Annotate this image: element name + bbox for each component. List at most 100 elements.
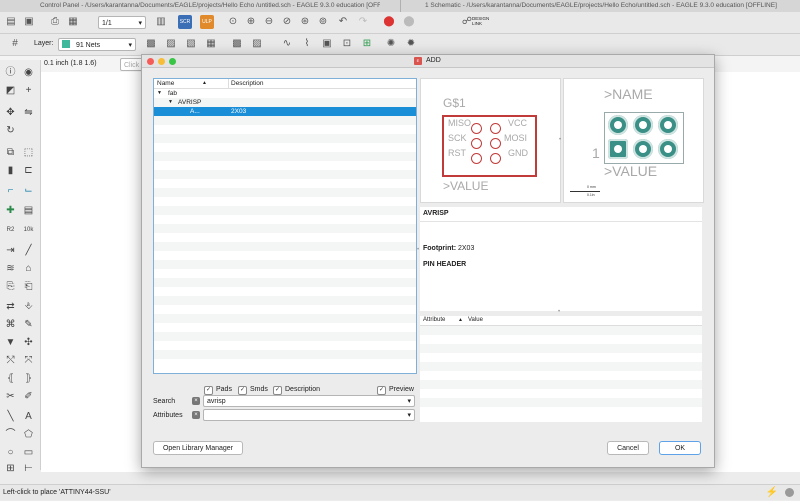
zoom-out-icon[interactable]: ⊖ [262,15,276,29]
bend-style-6-icon[interactable]: ▨ [250,37,264,51]
invoke-icon[interactable]: ⤧ [22,354,35,367]
bend-style-2-icon[interactable]: ▨ [164,37,178,51]
wire-curve-icon[interactable]: ∿ [280,37,294,51]
paint-icon[interactable]: ▼ [4,336,17,349]
draw-line-icon[interactable]: ╲ [4,410,17,423]
design-link-label[interactable]: DESIGN LINK [472,16,490,26]
expand-icon[interactable]: ▼ [157,89,162,98]
attribute-icon[interactable]: ⌂ [22,262,35,275]
move-icon[interactable]: ✥ [4,106,17,119]
paste-icon[interactable]: ⎗ [22,280,35,293]
arc-icon[interactable]: ⌒ [4,428,17,441]
erc-icon[interactable]: ✣ [22,336,35,349]
ulp-icon[interactable]: ULP [200,15,214,29]
attribute-column-header[interactable]: Attribute [423,316,445,325]
bend-style-1-icon[interactable]: ▩ [144,37,158,51]
name-icon[interactable]: R2 [4,224,17,237]
library-icon[interactable]: ▥ [154,15,168,29]
zoom-select-icon[interactable]: ⊚ [316,15,330,29]
net-tool-icon[interactable]: ⌙ [22,184,35,197]
wrench-icon[interactable]: ✎ [22,318,35,331]
ratsnest-icon[interactable]: ⦄ [22,372,35,385]
bend-style-3-icon[interactable]: ▧ [184,37,198,51]
go-icon[interactable]: ⬤ [402,15,416,29]
change-icon[interactable]: ≋ [4,262,17,275]
group-icon[interactable]: ⬚ [22,146,35,159]
replace-icon[interactable]: ⇄ [4,300,17,313]
circle-icon[interactable]: ○ [4,446,17,459]
copy-icon[interactable]: ⧉ [4,146,17,159]
description-checkbox[interactable]: ✓ [273,386,282,395]
open-icon[interactable]: ▤ [4,15,18,29]
draw-text-icon[interactable]: A [22,410,35,423]
zoom-in-icon[interactable]: ⊕ [244,15,258,29]
bend-style-4-icon[interactable]: ▦ [204,37,218,51]
sheet-select[interactable]: 1/1 ▾ [98,16,146,29]
text-icon[interactable]: ⎘ [4,280,17,293]
zoom-area-icon[interactable]: ⊛ [298,15,312,29]
name-column-header[interactable]: Name [157,79,174,88]
zoom-button[interactable] [169,58,176,65]
rect-icon[interactable]: ▭ [22,446,35,459]
grid-icon[interactable]: # [8,37,22,51]
frame-icon[interactable]: ⊞ [4,462,17,475]
print-icon[interactable]: ⎙ [48,15,62,29]
description-column-header[interactable]: Description [231,79,264,88]
settings-2-icon[interactable]: ✹ [404,37,418,51]
library-tree[interactable]: Name ▲ Description ▼ fab ▼ AVRISP A... 2… [153,78,417,374]
mark-icon[interactable]: + [22,84,35,97]
bus-tool-icon[interactable]: ⦃ [4,372,17,385]
bus-icon[interactable]: ▣ [320,37,334,51]
gateswap-icon[interactable]: ⎀ [22,300,35,313]
smds-checkbox[interactable]: ✓ [238,386,247,395]
add-junction-icon[interactable]: ⊞ [360,37,374,51]
settings-1-icon[interactable]: ✺ [384,37,398,51]
search-input[interactable]: avrisp ▾ [203,395,415,407]
splitter-handle[interactable]: • [417,247,419,253]
display-icon[interactable]: ◩ [4,84,17,97]
value-column-header[interactable]: Value [468,316,483,325]
save-icon[interactable]: ▣ [22,15,36,29]
mirror-icon[interactable]: ⇋ [22,106,35,119]
minimize-button[interactable] [158,58,165,65]
dimension-icon[interactable]: ⊢ [22,462,35,475]
add-icon[interactable]: ✚ [4,204,17,217]
tree-row-device[interactable]: A... 2X03 [154,107,416,116]
bend-style-5-icon[interactable]: ▩ [230,37,244,51]
script-icon[interactable]: SCR [178,15,192,29]
control-panel-tab[interactable]: Control Panel - /Users/karantanna/Docume… [40,0,380,12]
stop-icon[interactable]: ⬤ [382,15,396,29]
smash-icon[interactable]: ⤲ [4,354,17,367]
junction-icon[interactable]: ⊡ [340,37,354,51]
undo-icon[interactable]: ↶ [336,15,350,29]
layer-select[interactable]: 91 Nets ▾ [58,38,136,51]
redo-icon[interactable]: ↷ [356,15,370,29]
cam-icon[interactable]: ▦ [66,15,80,29]
chevron-down-icon[interactable]: ▾ [407,396,411,407]
delete-icon[interactable]: ▮ [4,164,17,177]
attributes-input[interactable]: ▾ [203,409,415,421]
attributes-table[interactable]: Attribute ▲ Value [420,316,702,422]
value-icon[interactable]: 10k [22,224,35,237]
info-icon[interactable]: ⓘ [4,66,17,79]
zoom-redraw-icon[interactable]: ⊘ [280,15,294,29]
show-icon[interactable]: ◉ [22,66,35,79]
tree-row-fab[interactable]: ▼ fab [154,89,416,98]
rotate-icon[interactable]: ↻ [4,124,17,137]
pinswap-icon[interactable]: ⌘ [4,318,17,331]
clear-attributes-icon[interactable]: × [192,411,200,419]
pin-swap-icon[interactable]: ⇥ [4,244,17,257]
cancel-button[interactable]: Cancel [607,441,649,455]
zoom-fit-icon[interactable]: ⊙ [226,15,240,29]
net-icon[interactable]: ⌇ [300,37,314,51]
pen-icon[interactable]: ✐ [22,390,35,403]
wire-icon[interactable]: ⌐ [4,184,17,197]
tree-row-avrisp[interactable]: ▼ AVRISP [154,98,416,107]
expand-icon[interactable]: ▼ [168,98,173,107]
splitter-handle[interactable]: • [558,309,560,315]
preview-checkbox[interactable]: ✓ [377,386,386,395]
open-library-manager-button[interactable]: Open Library Manager [153,441,243,455]
clear-search-icon[interactable]: × [192,397,200,405]
split-icon[interactable]: ⊏ [22,164,35,177]
close-button[interactable] [147,58,154,65]
